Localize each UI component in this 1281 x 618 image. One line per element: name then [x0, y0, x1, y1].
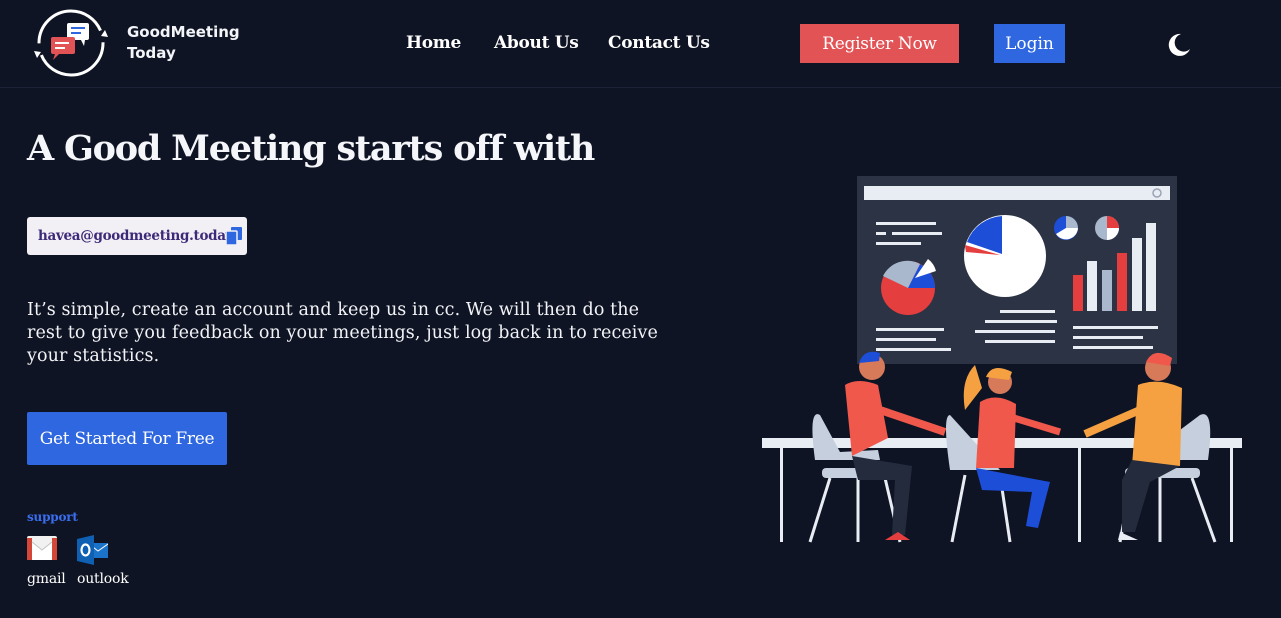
outlook-icon[interactable]	[77, 535, 109, 565]
email-chip[interactable]: havea@goodmeeting.today	[27, 217, 247, 255]
get-started-button[interactable]: Get Started For Free	[27, 412, 227, 465]
brand-name: GoodMeeting Today	[127, 22, 240, 64]
logo-icon[interactable]	[33, 8, 109, 78]
support-label: support	[27, 510, 78, 524]
nav-about-us[interactable]: About Us	[494, 33, 579, 53]
outlook-label: outlook	[77, 571, 129, 587]
brand-line-1: GoodMeeting	[127, 23, 240, 41]
brand-line-2: Today	[127, 44, 176, 62]
hero-description: It’s simple, create an account and keep …	[27, 300, 658, 366]
meeting-illustration	[760, 170, 1250, 550]
register-now-button[interactable]: Register Now	[800, 24, 959, 63]
nav-home[interactable]: Home	[406, 33, 461, 53]
login-button[interactable]: Login	[994, 24, 1065, 63]
nav-contact-us[interactable]: Contact Us	[608, 33, 710, 53]
gmail-icon[interactable]	[27, 536, 57, 560]
copy-icon[interactable]	[225, 227, 242, 246]
gmail-label: gmail	[27, 571, 66, 587]
hero-title: A Good Meeting starts off with	[27, 128, 595, 169]
email-address: havea@goodmeeting.today	[38, 228, 234, 244]
site-header: GoodMeeting Today Home About Us Contact …	[0, 0, 1281, 88]
moon-icon[interactable]	[1166, 31, 1192, 57]
